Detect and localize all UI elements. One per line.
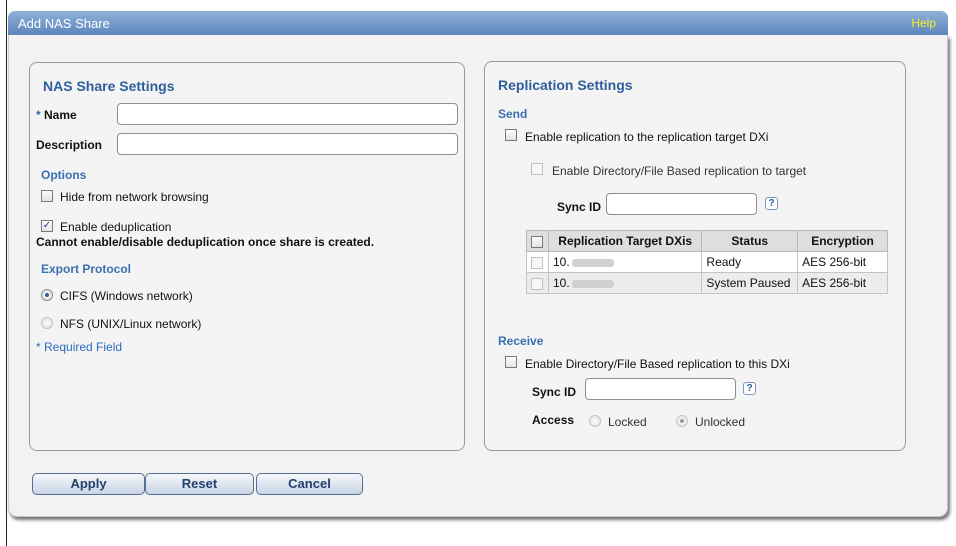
encryption-cell: AES 256-bit <box>797 251 888 273</box>
dedup-note: Cannot enable/disable deduplication once… <box>36 235 375 249</box>
name-input[interactable] <box>118 104 457 124</box>
replication-targets-table: Replication Target DXis Status Encryptio… <box>526 230 888 294</box>
cifs-radio[interactable] <box>41 289 53 301</box>
row-checkbox[interactable] <box>531 277 543 290</box>
locked-radio[interactable] <box>589 415 601 427</box>
receive-sync-id-field[interactable] <box>585 378 736 400</box>
row-select-cell <box>526 272 549 294</box>
enable-dirfile-target-checkbox[interactable] <box>531 163 543 175</box>
description-label: Description <box>36 138 103 152</box>
receive-heading: Receive <box>498 334 544 348</box>
target-cell: 10. <box>547 251 703 273</box>
options-heading: Options <box>41 168 87 182</box>
required-field-note: * Required Field <box>36 340 123 354</box>
enable-target-label: Enable replication to the replication ta… <box>525 130 769 144</box>
description-input[interactable] <box>118 134 457 154</box>
name-label: * Name <box>36 108 77 122</box>
access-label: Access <box>532 413 575 427</box>
encryption-cell: AES 256-bit <box>797 272 888 294</box>
dialog-title: Add NAS Share <box>18 16 110 31</box>
reset-button[interactable]: Reset <box>145 473 254 495</box>
cifs-label: CIFS (Windows network) <box>60 289 193 303</box>
target-cell: 10. <box>547 272 703 294</box>
help-link[interactable]: Help <box>911 16 936 30</box>
enable-dirfile-target-label: Enable Directory/File Based replication … <box>552 164 807 178</box>
receive-sync-id-help-icon[interactable]: ? <box>743 382 756 395</box>
redacted-ip <box>571 279 614 288</box>
title-bar: Add NAS Share Help <box>8 11 948 35</box>
table-header-row: Replication Target DXis Status Encryptio… <box>526 230 888 252</box>
select-all-cell <box>526 230 549 252</box>
export-protocol-heading: Export Protocol <box>41 262 132 276</box>
replication-settings-heading: Replication Settings <box>498 77 633 93</box>
receive-sync-id-label: Sync ID <box>532 385 577 399</box>
apply-button[interactable]: Apply <box>32 473 145 495</box>
col-encryption: Encryption <box>797 230 888 252</box>
row-checkbox[interactable] <box>531 256 543 269</box>
send-sync-id-label: Sync ID <box>557 200 602 214</box>
nas-share-settings-heading: NAS Share Settings <box>43 78 175 94</box>
hide-browsing-checkbox[interactable] <box>41 190 53 202</box>
send-sync-id-input[interactable] <box>607 194 756 214</box>
cancel-button[interactable]: Cancel <box>256 473 363 495</box>
table-row[interactable]: 10. Ready AES 256-bit <box>526 251 888 273</box>
nas-share-settings-panel: NAS Share Settings * Name Description Op… <box>29 62 465 451</box>
unlocked-label: Unlocked <box>695 415 746 429</box>
send-heading: Send <box>498 107 528 121</box>
nfs-radio[interactable] <box>41 317 53 329</box>
locked-label: Locked <box>608 415 647 429</box>
enable-receive-label: Enable Directory/File Based replication … <box>525 357 790 371</box>
window-edge <box>6 0 7 546</box>
add-nas-share-dialog: NAS Share Settings * Name Description Op… <box>8 35 948 517</box>
col-status: Status <box>701 230 799 252</box>
table-row[interactable]: 10. System Paused AES 256-bit <box>526 272 888 294</box>
enable-receive-checkbox[interactable] <box>505 356 517 368</box>
send-sync-id-field[interactable] <box>606 193 757 215</box>
row-select-cell <box>526 251 549 273</box>
redacted-ip <box>571 258 614 267</box>
status-cell: Ready <box>701 251 799 273</box>
dedup-checkbox[interactable]: ✓ <box>41 220 53 232</box>
replication-settings-panel: Replication Settings Send Enable replica… <box>484 61 906 451</box>
unlocked-radio[interactable] <box>676 415 688 427</box>
col-target: Replication Target DXis <box>547 230 703 252</box>
send-sync-id-help-icon[interactable]: ? <box>765 197 778 210</box>
description-field[interactable] <box>117 133 458 155</box>
receive-sync-id-input[interactable] <box>586 379 735 399</box>
nfs-label: NFS (UNIX/Linux network) <box>60 317 202 331</box>
name-field[interactable] <box>117 103 458 125</box>
select-all-checkbox[interactable] <box>531 235 544 248</box>
enable-target-checkbox[interactable] <box>505 129 517 141</box>
status-cell: System Paused <box>701 272 799 294</box>
dedup-label: Enable deduplication <box>60 220 172 234</box>
hide-browsing-label: Hide from network browsing <box>60 190 209 204</box>
